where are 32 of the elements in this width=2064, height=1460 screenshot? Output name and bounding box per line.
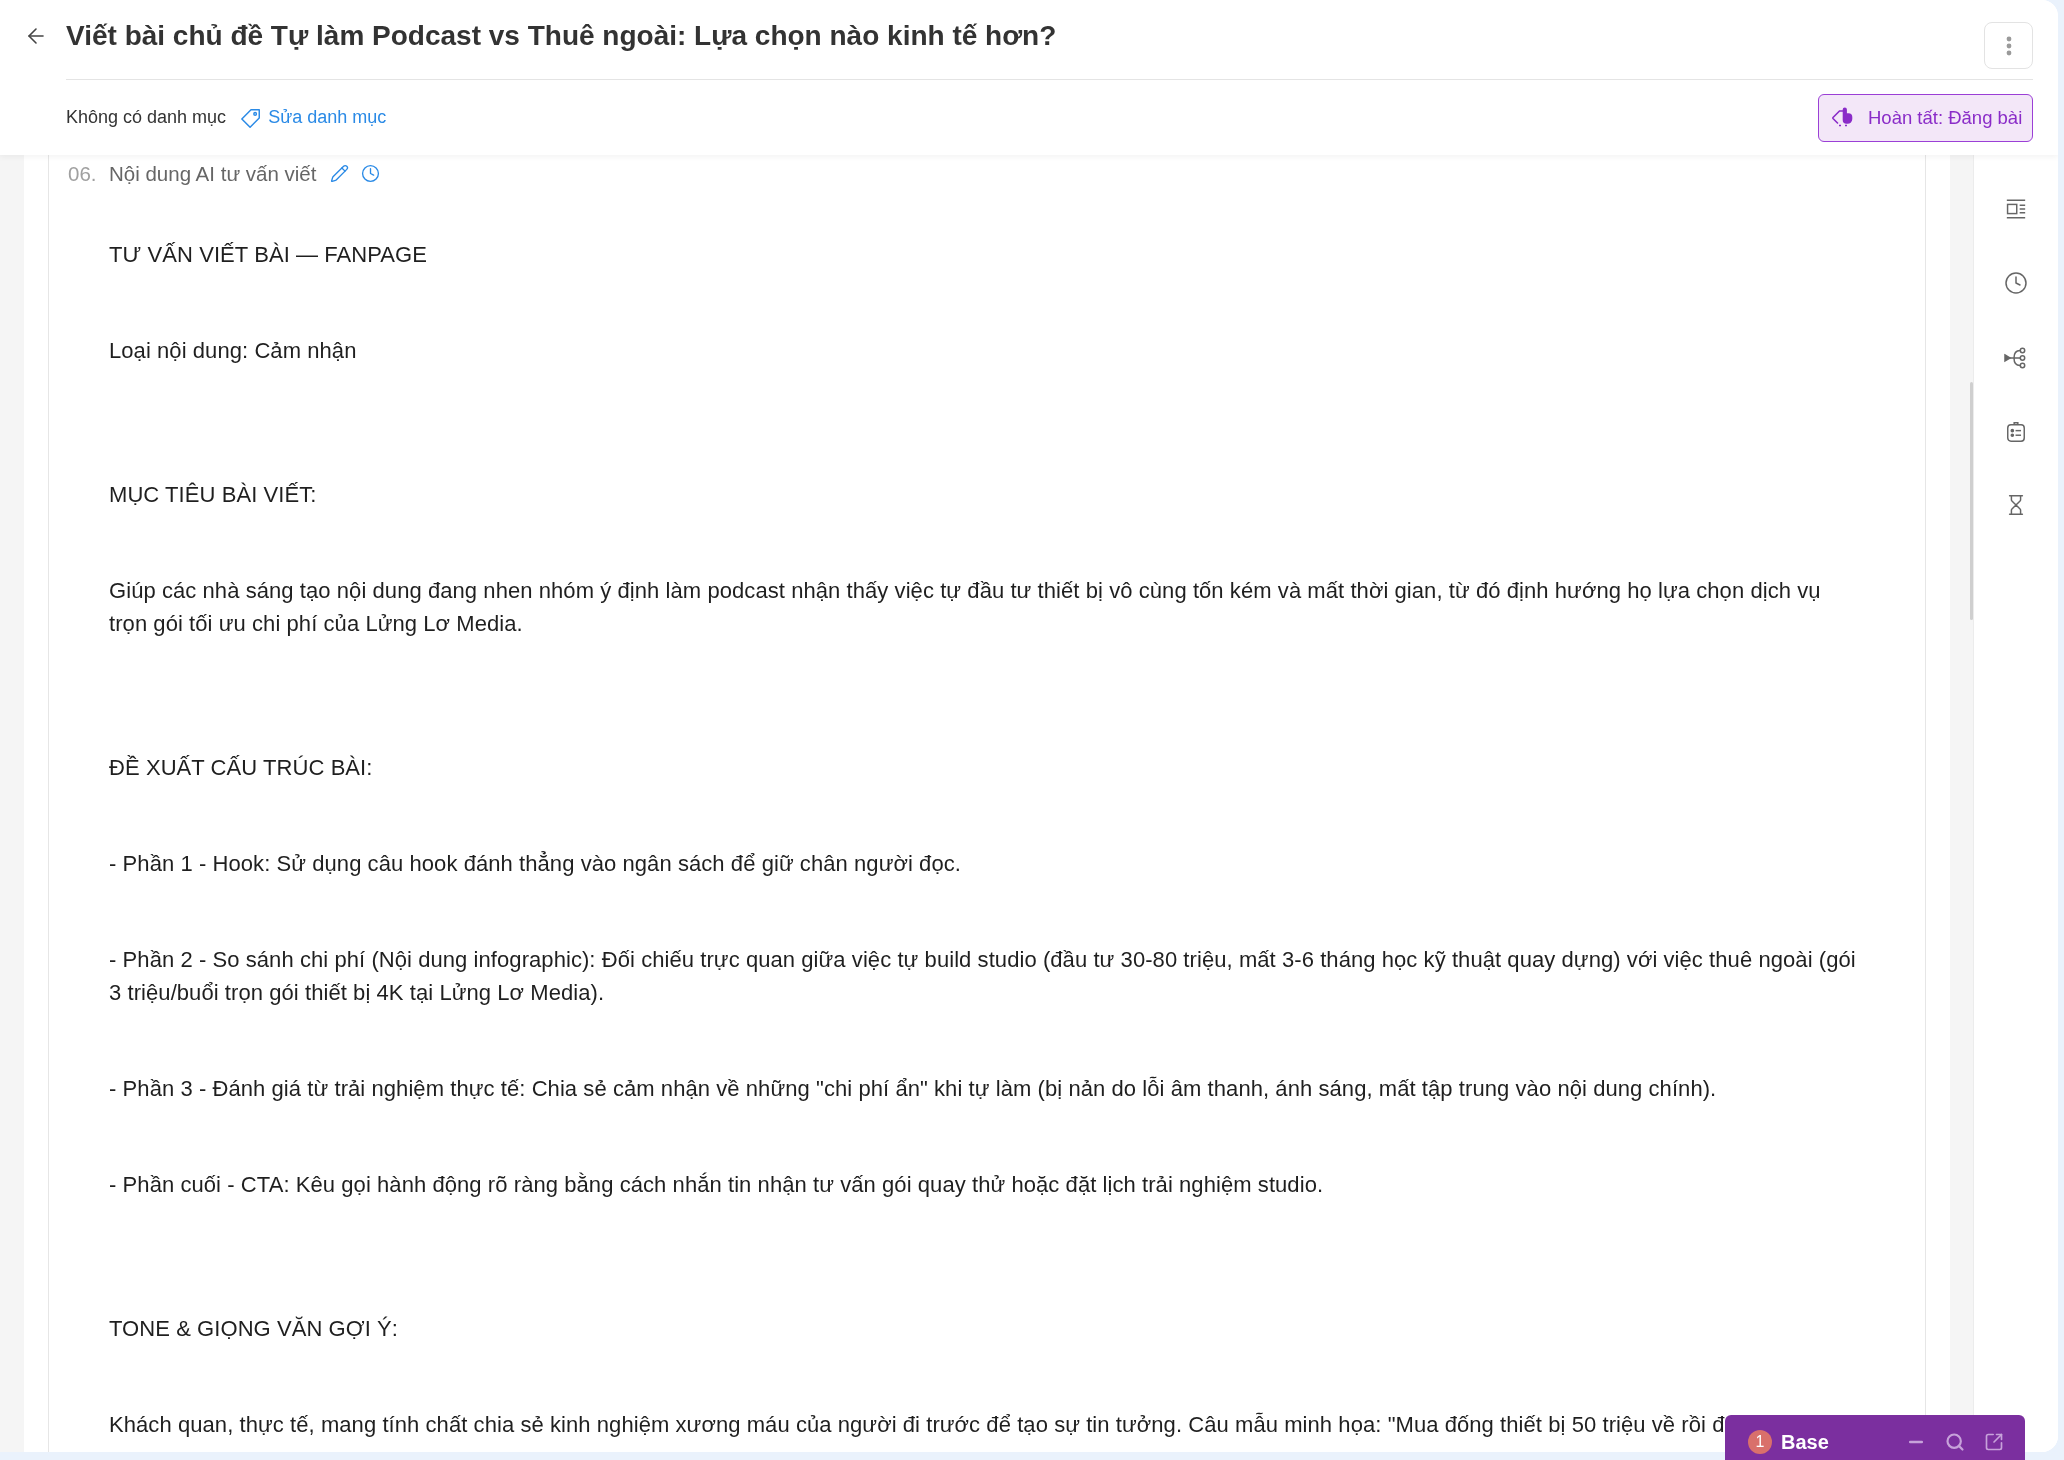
content-heading: MỤC TIÊU BÀI VIẾT:: [109, 481, 317, 509]
more-vertical-icon: [2005, 35, 2012, 56]
checklist-icon[interactable]: [2005, 421, 2027, 443]
more-button[interactable]: [1984, 22, 2033, 69]
branch-nodes-icon[interactable]: [2004, 346, 2028, 370]
paragraph-text: - Phần 3 - Đánh giá từ trải nghiệm thực tế: Chia sẻ cảm nhận về những "chi phí ẩn" khi tự làm (bị nản do lỗi âm thanh, ánh sáng, mất tập trung vào nội dung chính).: [109, 1075, 1717, 1103]
paragraph-text: Giúp các nhà sáng tạo nội dung đang nhen nhóm ý định làm podcast nhận thấy việc tự đầu tư thiết bị vô cùng tốn kém và mất thời gian, từ đó định hướng họ lựa chọn dịch vụ trọn gói tối ưu chi phí của Lửng Lơ Media.: [109, 577, 1821, 638]
clock-icon[interactable]: [361, 164, 381, 183]
pencil-icon[interactable]: [330, 164, 350, 183]
category-label: Không có danh mục: [66, 107, 227, 128]
search-icon[interactable]: [1945, 1432, 1965, 1452]
notification-badge: 1: [1748, 1430, 1772, 1454]
page-title: Viết bài chủ đề Tự làm Podcast vs Thuê ngoài: Lựa chọn nào kinh tế hơn?: [66, 19, 1057, 53]
content-heading: ĐỀ XUẤT CẤU TRÚC BÀI:: [109, 754, 373, 782]
paragraph-text: - Phần cuối - CTA: Kêu gọi hành động rõ ràng bằng cách nhắn tin nhận tư vấn gói quay thử hoặc đặt lịch trải nghiệm studio.: [109, 1171, 1324, 1199]
paragraph-text: - Phần 1 - Hook: Sử dụng câu hook đánh thẳng vào ngân sách để giữ chân người đọc.: [109, 850, 961, 878]
scrollbar-thumb[interactable]: [1970, 382, 1973, 620]
edit-category-link[interactable]: Sửa danh mục: [240, 106, 387, 129]
paragraph-text: - Phần 2 - So sánh chi phí (Nội dung infographic): Đối chiếu trực quan giữa việc tự build studio (đầu tư 30-80 triệu, mất 3-6 tháng học kỹ thuật quay dựng) với việc thuê ngoài (gói 3 triệu/buổi trọn gói thiết bị 4K tại Lửng Lơ Media).: [109, 946, 1856, 1007]
content-heading: TƯ VẤN VIẾT BÀI — FANPAGE: [109, 241, 428, 269]
paragraph-text: Loại nội dung: Cảm nhận: [109, 337, 357, 365]
section-title: Nội dung AI tư vấn viết: [109, 161, 317, 186]
layout-icon[interactable]: [2005, 198, 2027, 220]
tag-icon: [240, 106, 263, 129]
chat-widget-bar[interactable]: 1 Base: [1725, 1415, 2025, 1460]
content-heading: TONE & GIỌNG VĂN GỢI Ý:: [109, 1315, 398, 1343]
paragraph-text: Khách quan, thực tế, mang tính chất chia sẻ kinh nghiệm xương máu của người đi trước để tạo sự tin tưởng. Câu mẫu minh họa: "Mua đống thiết bị 50 triệu về rồi đ: [109, 1411, 1725, 1439]
clock-icon[interactable]: [2004, 271, 2028, 295]
section-number: 06.: [68, 161, 98, 186]
publish-button[interactable]: Hoàn tất: Đăng bài: [1818, 93, 2033, 142]
external-link-icon[interactable]: [1984, 1432, 2004, 1452]
widget-title: Base: [1781, 1430, 1830, 1454]
